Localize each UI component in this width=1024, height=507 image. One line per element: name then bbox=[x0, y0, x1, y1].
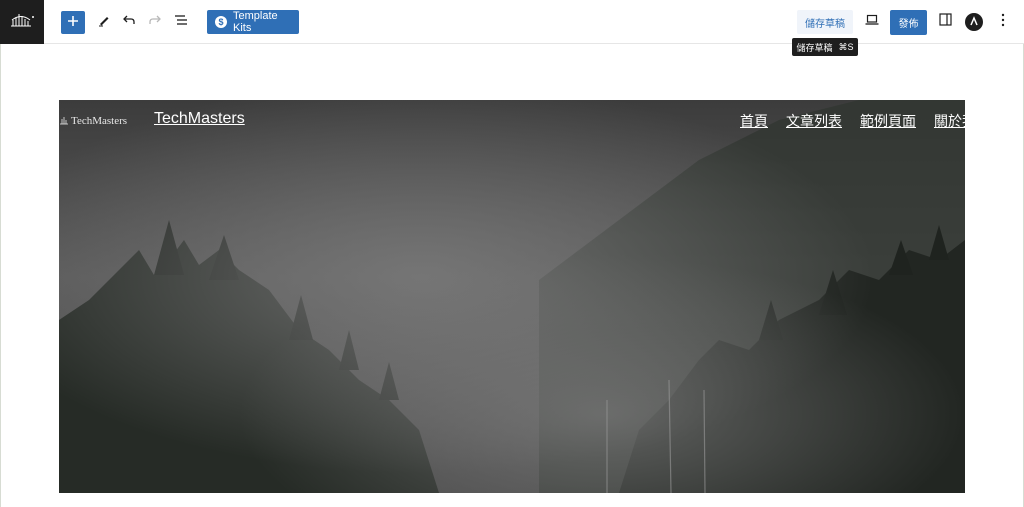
tooltip-shortcut: ⌘S bbox=[838, 41, 854, 52]
save-draft-label: 儲存草稿 bbox=[805, 18, 845, 30]
plugin-button[interactable] bbox=[965, 13, 983, 31]
publish-button[interactable]: 發佈 bbox=[890, 10, 927, 35]
publish-label: 發佈 bbox=[898, 19, 919, 30]
nav-item-posts[interactable]: 文章列表 bbox=[786, 111, 842, 131]
save-draft-tooltip: 儲存草稿 ⌘S bbox=[792, 38, 858, 56]
undo-icon bbox=[122, 13, 136, 32]
site-title-link[interactable]: TechMasters bbox=[154, 110, 245, 128]
undo-button[interactable] bbox=[118, 11, 140, 33]
plus-icon bbox=[67, 14, 79, 32]
cover-block[interactable]: TechMasters TechMasters 首頁 文章列表 範例頁面 關於我… bbox=[59, 100, 965, 493]
options-button[interactable] bbox=[992, 11, 1014, 33]
redo-button[interactable] bbox=[144, 11, 166, 33]
site-logo-icon bbox=[9, 11, 35, 34]
site-logo-button[interactable] bbox=[0, 0, 44, 44]
nav-item-about[interactable]: 關於我們 bbox=[934, 111, 965, 131]
list-view-button[interactable] bbox=[170, 11, 192, 33]
redo-icon bbox=[148, 13, 162, 32]
pen-icon bbox=[97, 13, 111, 32]
save-draft-button[interactable]: 儲存草稿 bbox=[797, 10, 853, 34]
add-block-button[interactable] bbox=[61, 11, 85, 34]
template-kits-button[interactable]: $ Template Kits bbox=[207, 10, 299, 34]
brand-logo[interactable]: TechMasters bbox=[59, 113, 127, 129]
dollar-icon: $ bbox=[215, 16, 227, 28]
plugin-icon bbox=[969, 13, 979, 31]
settings-sidebar-button[interactable] bbox=[934, 11, 956, 33]
more-vertical-icon bbox=[1001, 13, 1005, 32]
tools-button[interactable] bbox=[93, 11, 115, 33]
site-navigation: 首頁 文章列表 範例頁面 關於我們 bbox=[740, 111, 965, 131]
tooltip-label: 儲存草稿 bbox=[796, 42, 833, 53]
preview-button[interactable] bbox=[861, 11, 883, 33]
editor-toolbar: $ Template Kits 儲存草稿 發佈 bbox=[0, 0, 1024, 44]
list-view-icon bbox=[174, 13, 188, 31]
forest-fog-image bbox=[59, 100, 965, 493]
brand-logo-text: TechMasters bbox=[71, 115, 128, 127]
nav-item-home[interactable]: 首頁 bbox=[740, 111, 768, 131]
canvas-left-border bbox=[0, 44, 1, 507]
sidebar-toggle-icon bbox=[938, 13, 952, 31]
template-kits-label: Template Kits bbox=[233, 10, 278, 34]
laptop-icon bbox=[865, 13, 879, 31]
brand-logo-icon bbox=[59, 115, 69, 128]
nav-item-sample-page[interactable]: 範例頁面 bbox=[860, 111, 916, 131]
